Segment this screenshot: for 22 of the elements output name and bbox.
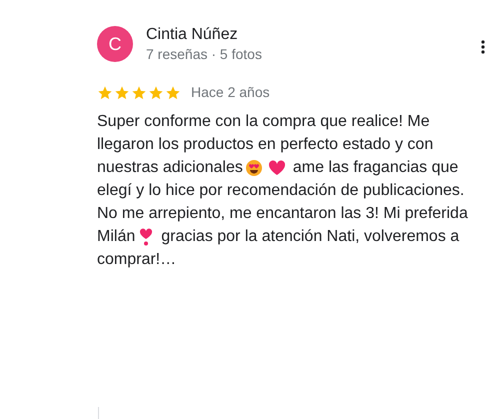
star-icon [165, 84, 181, 100]
star-icon [114, 84, 130, 100]
review-text: Super conforme con la compra que realice! Me [97, 112, 430, 132]
star-icon [131, 84, 147, 100]
star-icon [148, 84, 164, 100]
review-text: comprar!… [97, 250, 176, 270]
avatar: C [97, 26, 133, 62]
star-icon [97, 84, 113, 100]
review-text: No me arrepiento, me encantaron las 3! Mi preferida [97, 204, 468, 224]
review-text: gracias por la atención Nati, volveremos a [161, 227, 460, 247]
author-name[interactable]: Cintia Núñez [146, 25, 262, 45]
review-text: llegaron los productos en perfecto estado y con [97, 135, 434, 155]
review-text: elegí y lo hice por recomendación de publicaciones. [97, 181, 464, 201]
author-meta: 7 reseñas · 5 fotos [146, 45, 262, 63]
heart-exclamation-emoji-icon [139, 228, 154, 246]
heart-eyes-emoji-icon [244, 158, 263, 176]
heart-emoji-icon [268, 160, 286, 176]
review-time: Hace 2 años [191, 83, 270, 102]
more-options-icon[interactable] [481, 40, 485, 54]
review-text: ame las fragancias que [292, 158, 458, 178]
review-text: nuestras adicionales [97, 158, 243, 178]
review-text: Milán [97, 227, 136, 247]
